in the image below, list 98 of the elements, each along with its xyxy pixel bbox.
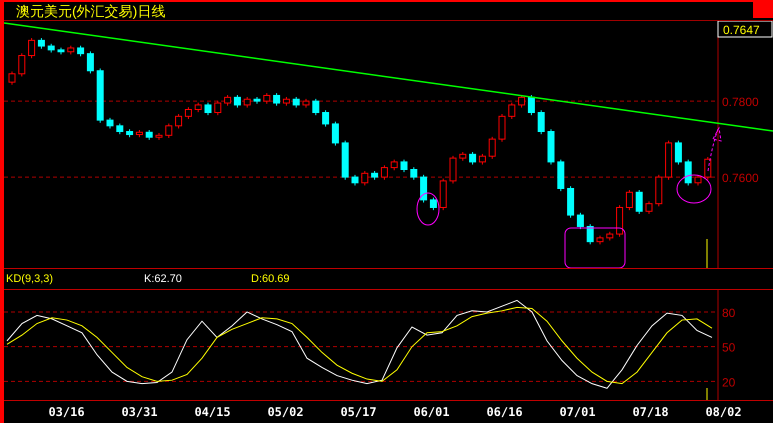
- candle: [244, 96, 251, 108]
- kd-axis-label: 50: [722, 340, 736, 354]
- candle: [361, 170, 368, 186]
- candle: [498, 113, 506, 142]
- date-label: 05/02: [266, 405, 305, 420]
- candle: [420, 174, 428, 203]
- candle: [576, 212, 584, 230]
- candle: [96, 68, 104, 124]
- chart-title: 澳元美元(外汇交易)日线: [15, 2, 166, 19]
- candle: [234, 94, 241, 108]
- date-label: 06/16: [485, 405, 524, 420]
- candle: [518, 94, 526, 108]
- arrow-icon: [708, 127, 722, 172]
- indicator-name: KD(9,3,3): [5, 272, 54, 285]
- candle: [459, 151, 466, 162]
- candle: [616, 204, 624, 238]
- date-label: 03/16: [47, 405, 86, 420]
- candle: [116, 122, 124, 135]
- candle: [380, 164, 388, 180]
- price-axis-label: 0.7600: [722, 171, 759, 186]
- candle: [86, 50, 94, 74]
- candle: [77, 45, 84, 57]
- candle: [332, 121, 339, 146]
- date-label: 05/17: [339, 405, 378, 420]
- highlight-circle: [676, 174, 712, 204]
- candle: [646, 200, 652, 214]
- date-label: 08/02: [704, 405, 743, 420]
- candle: [126, 128, 134, 138]
- candle: [488, 136, 496, 160]
- k-value: K:62.70: [143, 272, 183, 285]
- candle: [508, 102, 516, 120]
- kd-axis-label: 80: [722, 306, 736, 320]
- candle: [684, 159, 692, 186]
- candle: [410, 166, 418, 180]
- candle: [302, 98, 310, 108]
- candle: [430, 197, 437, 211]
- candle: [106, 117, 114, 129]
- candle: [322, 110, 330, 127]
- date-label: 07/18: [631, 405, 670, 420]
- candle: [665, 140, 672, 180]
- volume-marker: [706, 387, 708, 400]
- candle: [214, 100, 222, 116]
- date-label: 06/01: [412, 405, 451, 420]
- candle: [204, 102, 212, 116]
- candle: [538, 110, 545, 135]
- price-axis-label: 0.7800: [722, 95, 759, 110]
- candle: [8, 70, 16, 86]
- candle: [67, 45, 74, 55]
- highlight-circle: [416, 192, 440, 226]
- candle: [312, 98, 320, 116]
- candle: [390, 159, 398, 171]
- candle: [194, 102, 202, 113]
- candle: [224, 94, 232, 106]
- candle: [371, 170, 378, 180]
- candle: [704, 156, 712, 180]
- candle: [263, 92, 270, 104]
- date-label: 07/01: [558, 405, 597, 420]
- candle: [58, 47, 64, 55]
- candle: [478, 153, 486, 165]
- candle: [400, 159, 408, 173]
- highlight-frame: [564, 227, 626, 268]
- candle: [254, 96, 260, 104]
- candle: [146, 129, 153, 140]
- volume-marker: [706, 238, 708, 268]
- candle: [136, 129, 143, 138]
- date-label: 03/31: [120, 405, 159, 420]
- candle: [586, 224, 594, 245]
- candle: [18, 52, 26, 77]
- candle: [156, 132, 162, 140]
- candle: [282, 96, 290, 106]
- candle: [440, 178, 447, 211]
- candle: [694, 174, 702, 186]
- candle: [38, 38, 45, 50]
- candle: [606, 231, 614, 241]
- d-value: D:60.69: [250, 272, 291, 285]
- candle: [28, 38, 36, 59]
- candle: [596, 235, 604, 245]
- candle: [342, 140, 349, 180]
- candle: [165, 122, 172, 138]
- candle: [626, 189, 633, 211]
- candle: [567, 186, 574, 218]
- candle: [655, 174, 662, 207]
- candle: [636, 189, 643, 214]
- candle: [528, 94, 535, 116]
- date-label: 04/15: [193, 405, 232, 420]
- candle: [548, 128, 554, 165]
- current-price-label: 0.7647: [718, 20, 772, 38]
- candle: [557, 159, 564, 192]
- candle: [450, 155, 456, 184]
- candle: [674, 140, 682, 165]
- candle: [273, 92, 280, 106]
- kd-axis-label: 20: [722, 374, 736, 389]
- candle: [184, 106, 192, 120]
- candle: [352, 174, 358, 186]
- candle: [175, 113, 182, 129]
- candle: [292, 96, 300, 108]
- candle: [48, 43, 55, 53]
- candle: [469, 151, 476, 165]
